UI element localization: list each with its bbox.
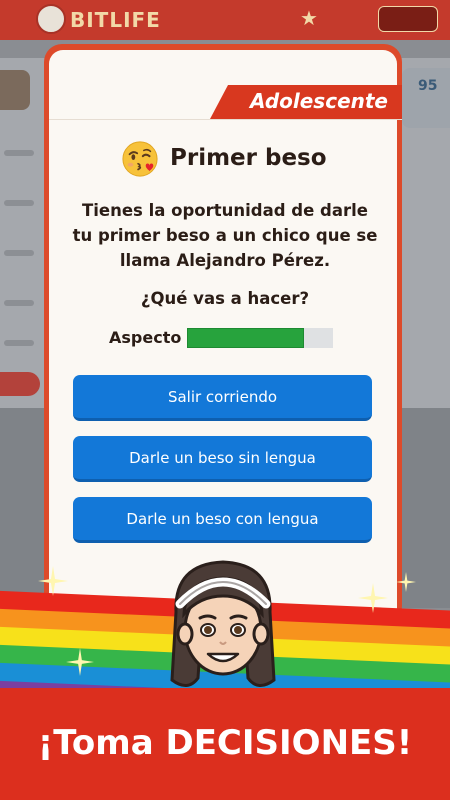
event-title: Primer beso [170, 145, 327, 171]
app-logo-text: BITLIFE [70, 8, 161, 32]
category-ribbon: Adolescente [210, 85, 402, 119]
promo-headline: ¡Toma DECISIONES! [37, 723, 413, 763]
background-text-line [4, 250, 34, 256]
app-logo-icon [36, 4, 66, 34]
choice-button-run-away[interactable]: Salir corriendo [73, 375, 372, 421]
background-text-line [4, 300, 34, 306]
stat-label: Aspecto [109, 328, 182, 347]
background-red-strip [0, 372, 40, 396]
ribbon-divider [49, 119, 402, 120]
sparkle-icon [358, 583, 388, 613]
stat-bar-fill [187, 328, 304, 348]
background-avatar [0, 70, 30, 110]
character-avatar-icon [170, 560, 276, 687]
sparkle-icon [38, 566, 68, 596]
category-label: Adolescente [249, 89, 388, 113]
sparkle-icon [66, 648, 94, 676]
background-side-stat-value: 95 [418, 78, 438, 94]
background-side-stat: 95 [402, 68, 450, 128]
sparkle-icon [396, 572, 416, 592]
background-text-line [4, 200, 34, 206]
trophy-icon: ★ [300, 6, 318, 30]
choice-button-kiss-with-tongue[interactable]: Darle un beso con lengua [73, 497, 372, 543]
event-description: Tienes la oportunidad de darle tu primer… [72, 201, 378, 270]
stat-bar [187, 328, 333, 348]
choice-button-kiss-no-tongue[interactable]: Darle un beso sin lengua [73, 436, 372, 482]
event-question: ¿Qué vas a hacer? [140, 289, 310, 308]
kissing-face-winking-icon [122, 141, 158, 177]
background-text-line [4, 150, 34, 156]
background-money-badge [378, 6, 438, 32]
background-text-line [4, 340, 34, 346]
